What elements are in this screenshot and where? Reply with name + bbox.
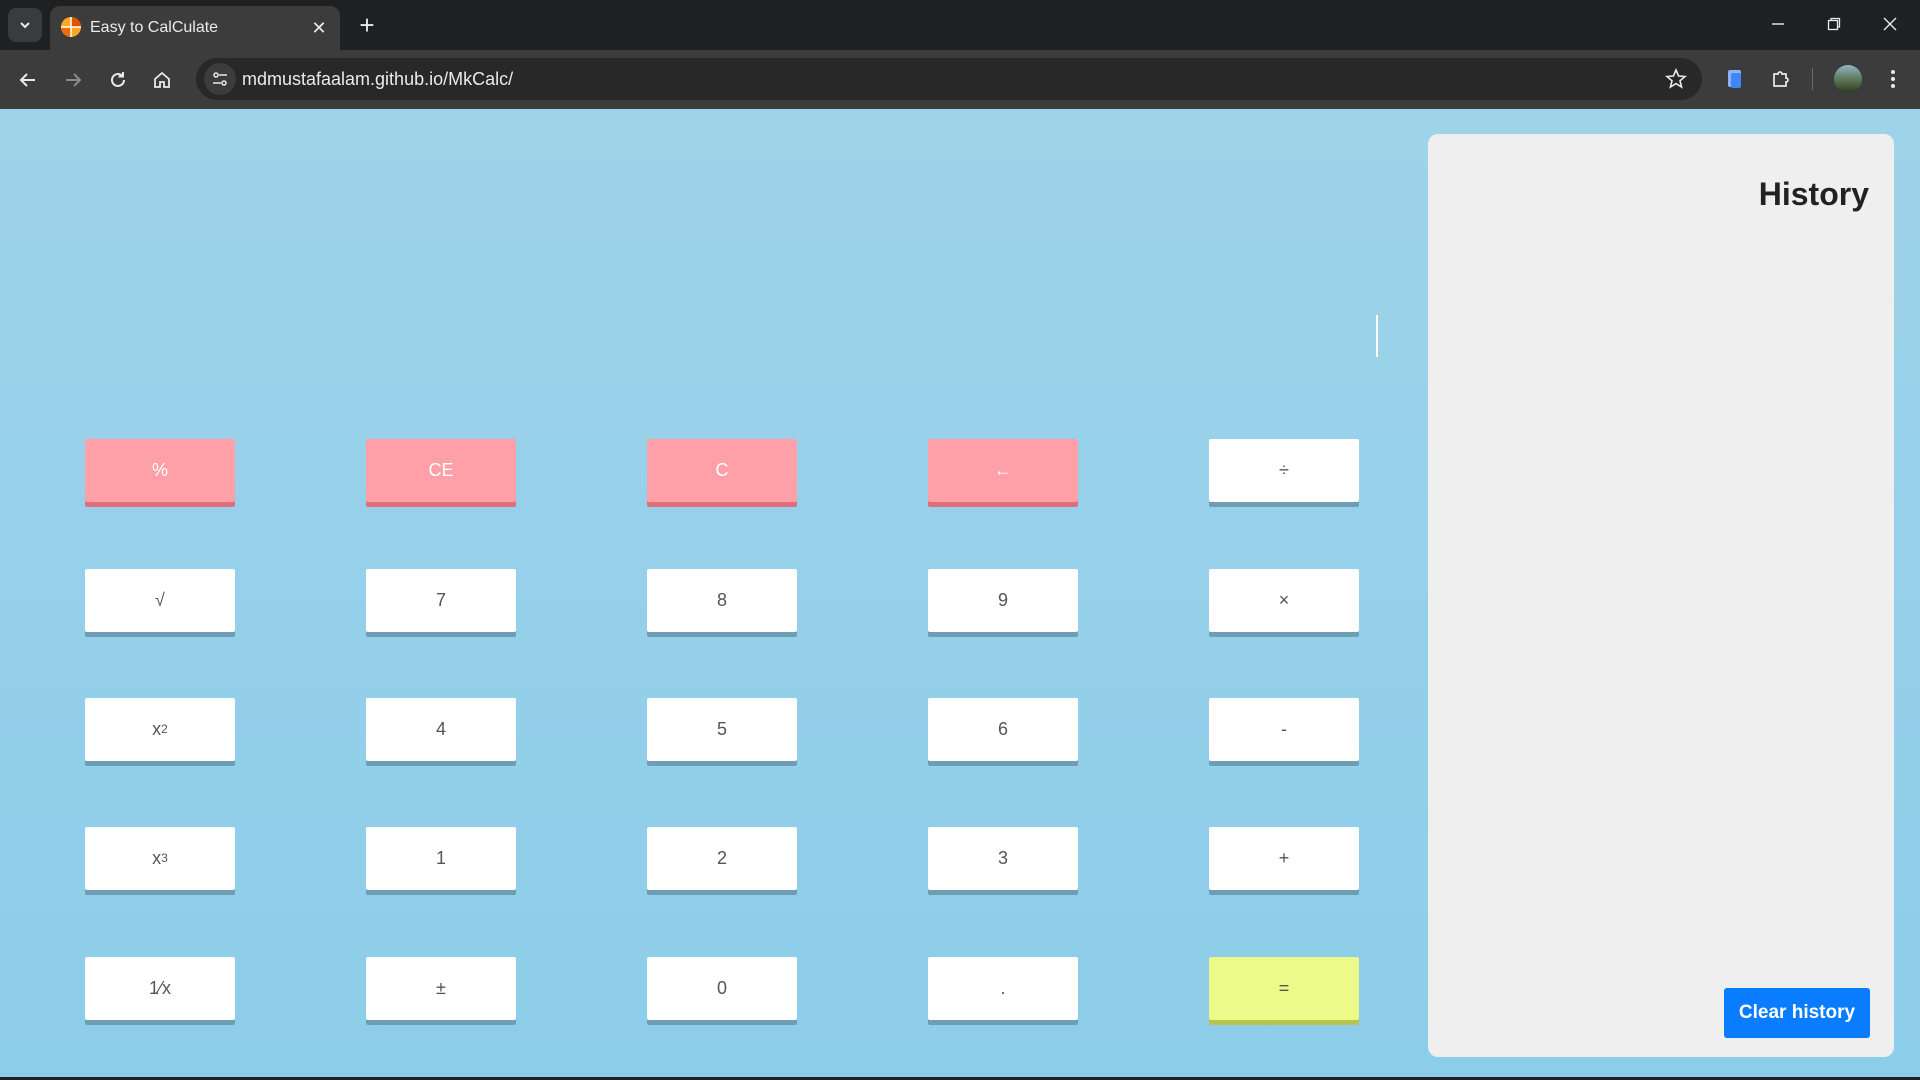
close-icon <box>1883 17 1897 31</box>
digit-2-key[interactable]: 2 <box>647 827 797 890</box>
restore-icon <box>1827 17 1841 31</box>
tab-title: Easy to CalCulate <box>90 19 219 36</box>
back-arrow-icon <box>19 73 35 87</box>
browser-menu-button[interactable] <box>1880 66 1906 92</box>
sqrt-key[interactable]: √ <box>85 569 235 632</box>
digit-4-key[interactable]: 4 <box>366 698 516 761</box>
key-label: 8 <box>716 590 727 610</box>
browser-tab-strip: Easy to CalCulate ✕ + <box>0 0 1920 50</box>
digit-3-key[interactable]: 3 <box>928 827 1078 890</box>
key-label: 4 <box>435 719 446 739</box>
chevron-down-icon <box>20 22 30 29</box>
key-label: 6 <box>997 719 1008 739</box>
profile-avatar[interactable] <box>1834 65 1862 93</box>
key-label: 9 <box>997 590 1008 610</box>
key-label: C <box>715 460 729 480</box>
forward-arrow-icon <box>66 73 82 87</box>
digit-7-key[interactable]: 7 <box>366 569 516 632</box>
key-label: ÷ <box>1279 460 1289 480</box>
key-label: 2 <box>716 848 727 868</box>
digit-6-key[interactable]: 6 <box>928 698 1078 761</box>
url-text[interactable]: mdmustafaalam.github.io/MkCalc/ <box>242 69 513 90</box>
key-label: ± <box>436 978 446 998</box>
extension-button[interactable] <box>1722 66 1748 92</box>
backspace-key[interactable]: ← <box>928 439 1078 502</box>
new-tab-button[interactable]: + <box>352 10 382 40</box>
cube-key[interactable]: x3 <box>85 827 235 890</box>
key-label: + <box>1278 848 1290 868</box>
tab-close-icon[interactable]: ✕ <box>308 17 330 39</box>
address-bar[interactable]: mdmustafaalam.github.io/MkCalc/ <box>196 58 1702 100</box>
back-button[interactable] <box>10 62 46 98</box>
bookmark-star-icon[interactable] <box>1664 67 1688 91</box>
key-label: 5 <box>716 719 727 739</box>
percent-key[interactable]: % <box>85 439 235 502</box>
add-key[interactable]: + <box>1209 827 1359 890</box>
toolbar-divider <box>1812 68 1813 90</box>
digit-8-key[interactable]: 8 <box>647 569 797 632</box>
key-label: CE <box>428 460 454 480</box>
minimize-icon <box>1772 23 1784 25</box>
tune-icon <box>213 72 227 86</box>
reciprocal-key[interactable]: 1⁄x <box>85 957 235 1020</box>
site-info-button[interactable] <box>204 63 236 95</box>
key-exponent: 3 <box>161 850 168 865</box>
negate-key[interactable]: ± <box>366 957 516 1020</box>
key-label: ← <box>994 460 1012 480</box>
calculator-display[interactable] <box>60 309 1380 369</box>
home-button[interactable] <box>144 62 180 98</box>
reload-icon <box>111 72 125 87</box>
key-label: × <box>1278 590 1290 610</box>
key-label: x <box>152 719 162 739</box>
calculator-page: % CE C ← ÷ √ 7 8 9 × x 2 4 5 6- x 3 1 2 3 +1⁄x ±0. = History C… <box>0 109 1920 1080</box>
subtract-key[interactable]: - <box>1209 698 1359 761</box>
reload-button[interactable] <box>100 62 136 98</box>
clear-entry-key[interactable]: CE <box>366 439 516 502</box>
multiply-key[interactable]: × <box>1209 569 1359 632</box>
browser-tab[interactable]: Easy to CalCulate ✕ <box>50 6 340 50</box>
restore-button[interactable] <box>1806 0 1862 48</box>
tab-search-button[interactable] <box>8 8 42 42</box>
equals-key[interactable]: = <box>1209 957 1359 1020</box>
key-label: 7 <box>435 590 446 610</box>
extensions-menu-button[interactable] <box>1768 66 1794 92</box>
digit-0-key[interactable]: 0 <box>647 957 797 1020</box>
key-label: 1 <box>435 848 446 868</box>
decimal-key[interactable]: . <box>928 957 1078 1020</box>
notes-extension-icon <box>1728 70 1741 88</box>
clear-history-button[interactable]: Clear history <box>1724 988 1870 1038</box>
text-caret <box>1376 315 1378 357</box>
key-label: . <box>1000 978 1006 998</box>
puzzle-icon <box>1773 71 1789 87</box>
key-label: x <box>152 848 162 868</box>
key-label: √ <box>155 590 165 610</box>
close-window-button[interactable] <box>1862 0 1918 48</box>
calculator-favicon-icon <box>61 17 81 37</box>
key-label: 1⁄x <box>148 978 172 998</box>
forward-button[interactable] <box>55 62 91 98</box>
browser-toolbar: mdmustafaalam.github.io/MkCalc/ <box>0 50 1920 109</box>
digit-1-key[interactable]: 1 <box>366 827 516 890</box>
home-icon <box>154 71 170 88</box>
key-exponent: 2 <box>161 721 168 736</box>
clear-key[interactable]: C <box>647 439 797 502</box>
history-panel: History Clear history <box>1428 134 1894 1057</box>
key-label: = <box>1278 978 1290 998</box>
key-label: 3 <box>997 848 1008 868</box>
history-title: History <box>1758 176 1869 212</box>
digit-9-key[interactable]: 9 <box>928 569 1078 632</box>
key-label: % <box>151 460 168 480</box>
square-key[interactable]: x2 <box>85 698 235 761</box>
minimize-button[interactable] <box>1750 0 1806 48</box>
more-vert-icon <box>1891 70 1895 88</box>
digit-5-key[interactable]: 5 <box>647 698 797 761</box>
divide-key[interactable]: ÷ <box>1209 439 1359 502</box>
key-label: - <box>1281 719 1287 739</box>
key-label: 0 <box>716 978 727 998</box>
